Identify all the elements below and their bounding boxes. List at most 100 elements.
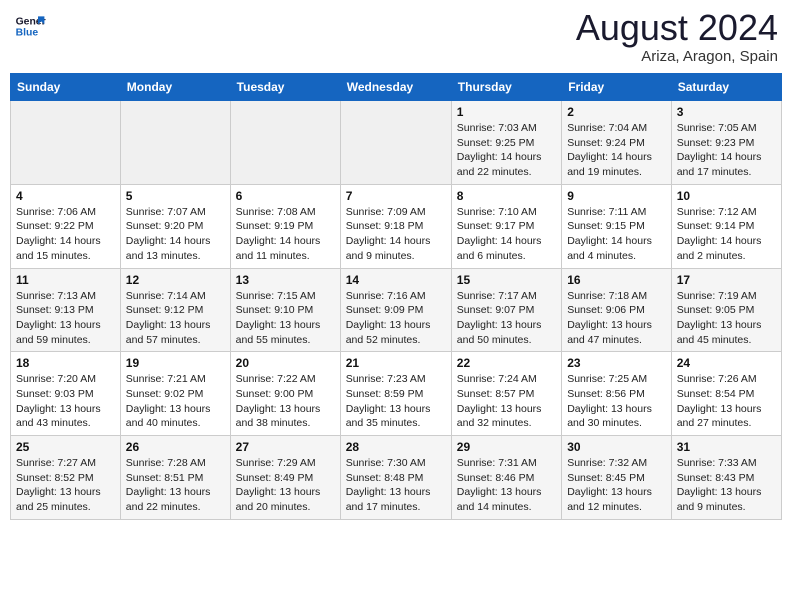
day-info: Sunrise: 7:32 AMSunset: 8:45 PMDaylight:… — [567, 456, 666, 515]
col-header-tuesday: Tuesday — [230, 74, 340, 101]
col-header-thursday: Thursday — [451, 74, 561, 101]
logo: General Blue — [14, 10, 46, 42]
day-cell — [120, 101, 230, 185]
col-header-monday: Monday — [120, 74, 230, 101]
day-cell: 15 Sunrise: 7:17 AMSunset: 9:07 PMDayligh… — [451, 268, 561, 352]
day-info: Sunrise: 7:24 AMSunset: 8:57 PMDaylight:… — [457, 372, 556, 431]
day-number: 21 — [346, 356, 446, 370]
col-header-saturday: Saturday — [671, 74, 781, 101]
day-info: Sunrise: 7:05 AMSunset: 9:23 PMDaylight:… — [677, 121, 776, 180]
day-number: 24 — [677, 356, 776, 370]
day-info: Sunrise: 7:13 AMSunset: 9:13 PMDaylight:… — [16, 289, 115, 348]
day-info: Sunrise: 7:25 AMSunset: 8:56 PMDaylight:… — [567, 372, 666, 431]
day-info: Sunrise: 7:28 AMSunset: 8:51 PMDaylight:… — [126, 456, 225, 515]
day-number: 15 — [457, 273, 556, 287]
day-number: 3 — [677, 105, 776, 119]
day-info: Sunrise: 7:10 AMSunset: 9:17 PMDaylight:… — [457, 205, 556, 264]
day-number: 14 — [346, 273, 446, 287]
header: General Blue August 2024 Ariza, Aragon, … — [10, 10, 782, 65]
day-cell: 27 Sunrise: 7:29 AMSunset: 8:49 PMDayligh… — [230, 436, 340, 520]
day-number: 12 — [126, 273, 225, 287]
day-info: Sunrise: 7:11 AMSunset: 9:15 PMDaylight:… — [567, 205, 666, 264]
day-info: Sunrise: 7:26 AMSunset: 8:54 PMDaylight:… — [677, 372, 776, 431]
day-cell: 8 Sunrise: 7:10 AMSunset: 9:17 PMDaylight… — [451, 184, 561, 268]
logo-icon: General Blue — [14, 10, 46, 42]
day-info: Sunrise: 7:30 AMSunset: 8:48 PMDaylight:… — [346, 456, 446, 515]
day-number: 9 — [567, 189, 666, 203]
day-cell: 24 Sunrise: 7:26 AMSunset: 8:54 PMDayligh… — [671, 352, 781, 436]
col-header-wednesday: Wednesday — [340, 74, 451, 101]
day-cell: 16 Sunrise: 7:18 AMSunset: 9:06 PMDayligh… — [562, 268, 672, 352]
week-row-1: 1Sunrise: 7:03 AMSunset: 9:25 PMDaylight… — [11, 101, 782, 185]
day-info: Sunrise: 7:19 AMSunset: 9:05 PMDaylight:… — [677, 289, 776, 348]
day-cell: 9 Sunrise: 7:11 AMSunset: 9:15 PMDaylight… — [562, 184, 672, 268]
day-number: 16 — [567, 273, 666, 287]
day-cell — [230, 101, 340, 185]
day-number: 31 — [677, 440, 776, 454]
day-number: 17 — [677, 273, 776, 287]
day-number: 19 — [126, 356, 225, 370]
day-cell — [11, 101, 121, 185]
day-cell: 26Sunrise: 7:28 AMSunset: 8:51 PMDayligh… — [120, 436, 230, 520]
day-number: 2 — [567, 105, 666, 119]
day-cell: 25Sunrise: 7:27 AMSunset: 8:52 PMDayligh… — [11, 436, 121, 520]
week-row-4: 18Sunrise: 7:20 AMSunset: 9:03 PMDayligh… — [11, 352, 782, 436]
day-cell: 17 Sunrise: 7:19 AMSunset: 9:05 PMDayligh… — [671, 268, 781, 352]
day-number: 6 — [236, 189, 335, 203]
day-info: Sunrise: 7:07 AMSunset: 9:20 PMDaylight:… — [126, 205, 225, 264]
day-number: 5 — [126, 189, 225, 203]
day-number: 30 — [567, 440, 666, 454]
day-cell: 31 Sunrise: 7:33 AMSunset: 8:43 PMDayligh… — [671, 436, 781, 520]
day-number: 28 — [346, 440, 446, 454]
day-cell: 5 Sunrise: 7:07 AMSunset: 9:20 PMDaylight… — [120, 184, 230, 268]
day-info: Sunrise: 7:23 AMSunset: 8:59 PMDaylight:… — [346, 372, 446, 431]
week-row-5: 25Sunrise: 7:27 AMSunset: 8:52 PMDayligh… — [11, 436, 782, 520]
location: Ariza, Aragon, Spain — [576, 48, 778, 65]
day-cell: 21 Sunrise: 7:23 AMSunset: 8:59 PMDayligh… — [340, 352, 451, 436]
day-info: Sunrise: 7:09 AMSunset: 9:18 PMDaylight:… — [346, 205, 446, 264]
day-cell: 19 Sunrise: 7:21 AMSunset: 9:02 PMDayligh… — [120, 352, 230, 436]
day-info: Sunrise: 7:31 AMSunset: 8:46 PMDaylight:… — [457, 456, 556, 515]
day-cell: 13Sunrise: 7:15 AMSunset: 9:10 PMDayligh… — [230, 268, 340, 352]
day-number: 22 — [457, 356, 556, 370]
day-info: Sunrise: 7:16 AMSunset: 9:09 PMDaylight:… — [346, 289, 446, 348]
day-cell: 28 Sunrise: 7:30 AMSunset: 8:48 PMDayligh… — [340, 436, 451, 520]
day-cell: 1Sunrise: 7:03 AMSunset: 9:25 PMDaylight… — [451, 101, 561, 185]
day-number: 4 — [16, 189, 115, 203]
day-cell: 6 Sunrise: 7:08 AMSunset: 9:19 PMDaylight… — [230, 184, 340, 268]
day-info: Sunrise: 7:27 AMSunset: 8:52 PMDaylight:… — [16, 456, 115, 515]
day-info: Sunrise: 7:04 AMSunset: 9:24 PMDaylight:… — [567, 121, 666, 180]
day-cell: 10 Sunrise: 7:12 AMSunset: 9:14 PMDayligh… — [671, 184, 781, 268]
day-info: Sunrise: 7:03 AMSunset: 9:25 PMDaylight:… — [457, 121, 556, 180]
svg-text:Blue: Blue — [16, 28, 39, 39]
day-info: Sunrise: 7:08 AMSunset: 9:19 PMDaylight:… — [236, 205, 335, 264]
day-info: Sunrise: 7:15 AMSunset: 9:10 PMDaylight:… — [236, 289, 335, 348]
calendar-table: SundayMondayTuesdayWednesdayThursdayFrid… — [10, 73, 782, 520]
day-info: Sunrise: 7:22 AMSunset: 9:00 PMDaylight:… — [236, 372, 335, 431]
day-info: Sunrise: 7:33 AMSunset: 8:43 PMDaylight:… — [677, 456, 776, 515]
day-info: Sunrise: 7:18 AMSunset: 9:06 PMDaylight:… — [567, 289, 666, 348]
day-cell: 2 Sunrise: 7:04 AMSunset: 9:24 PMDaylight… — [562, 101, 672, 185]
day-cell — [340, 101, 451, 185]
day-number: 11 — [16, 273, 115, 287]
day-info: Sunrise: 7:21 AMSunset: 9:02 PMDaylight:… — [126, 372, 225, 431]
day-info: Sunrise: 7:17 AMSunset: 9:07 PMDaylight:… — [457, 289, 556, 348]
day-number: 7 — [346, 189, 446, 203]
day-number: 29 — [457, 440, 556, 454]
day-cell: 14 Sunrise: 7:16 AMSunset: 9:09 PMDayligh… — [340, 268, 451, 352]
day-cell: 20 Sunrise: 7:22 AMSunset: 9:00 PMDayligh… — [230, 352, 340, 436]
day-number: 27 — [236, 440, 335, 454]
day-cell: 23Sunrise: 7:25 AMSunset: 8:56 PMDayligh… — [562, 352, 672, 436]
day-info: Sunrise: 7:20 AMSunset: 9:03 PMDaylight:… — [16, 372, 115, 431]
day-number: 10 — [677, 189, 776, 203]
day-number: 20 — [236, 356, 335, 370]
day-info: Sunrise: 7:29 AMSunset: 8:49 PMDaylight:… — [236, 456, 335, 515]
day-cell: 22 Sunrise: 7:24 AMSunset: 8:57 PMDayligh… — [451, 352, 561, 436]
day-cell: 29 Sunrise: 7:31 AMSunset: 8:46 PMDayligh… — [451, 436, 561, 520]
day-info: Sunrise: 7:06 AMSunset: 9:22 PMDaylight:… — [16, 205, 115, 264]
week-row-3: 11 Sunrise: 7:13 AMSunset: 9:13 PMDayligh… — [11, 268, 782, 352]
day-info: Sunrise: 7:12 AMSunset: 9:14 PMDaylight:… — [677, 205, 776, 264]
col-header-sunday: Sunday — [11, 74, 121, 101]
title-block: August 2024 Ariza, Aragon, Spain — [576, 10, 778, 65]
day-number: 8 — [457, 189, 556, 203]
